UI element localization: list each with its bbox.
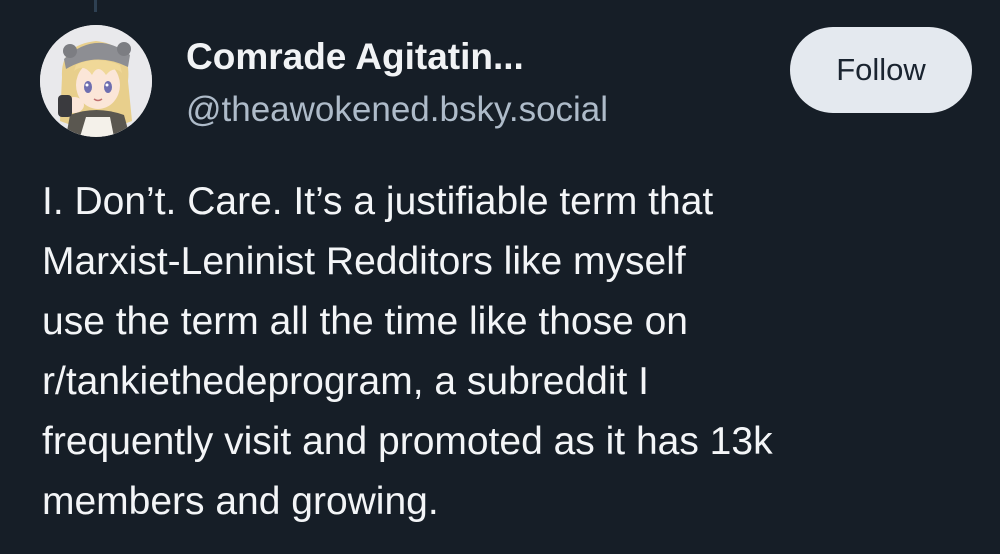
post-body-text: I. Don’t. Care. It’s a justifiable term … <box>42 180 773 523</box>
anime-character-avatar-icon <box>40 25 152 137</box>
author-handle[interactable]: @theawokened.bsky.social <box>186 90 608 130</box>
follow-button[interactable]: Follow <box>790 27 972 113</box>
author-display-name[interactable]: Comrade Agitatin... <box>186 36 524 78</box>
thread-connector-line <box>94 0 97 12</box>
avatar[interactable] <box>40 25 152 137</box>
post-card: Comrade Agitatin... @theawokened.bsky.so… <box>0 0 1000 554</box>
